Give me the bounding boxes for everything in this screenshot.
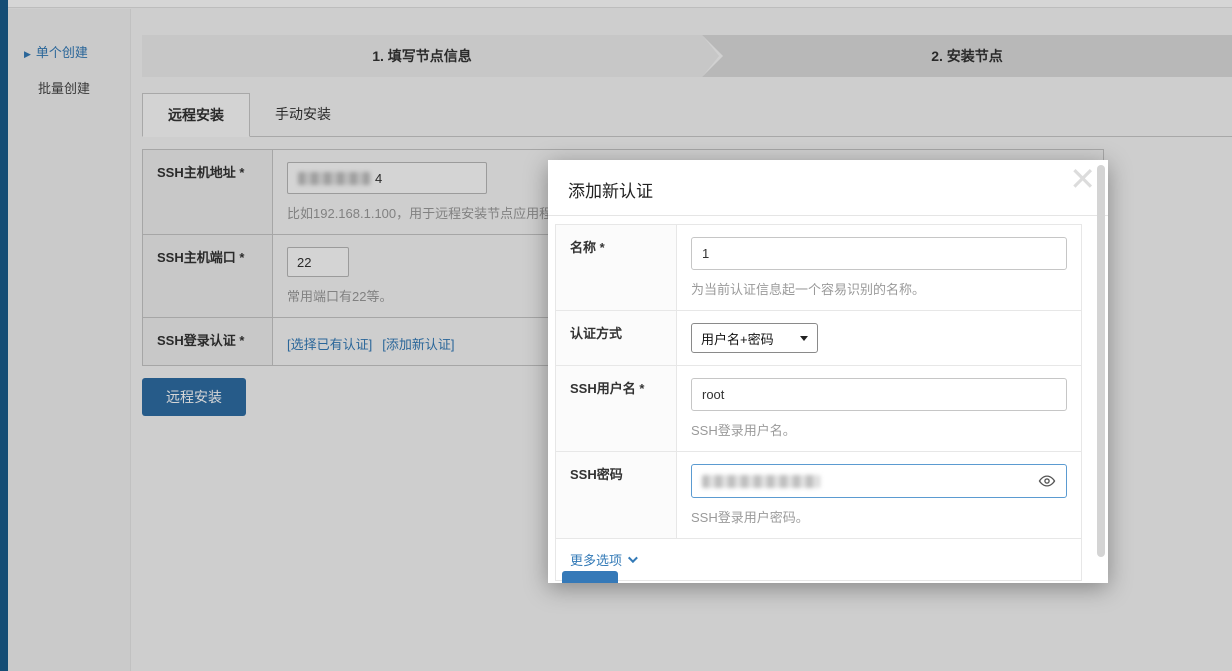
auth-name-hint: 为当前认证信息起一个容易识别的名称。 bbox=[691, 282, 926, 297]
add-auth-modal: 添加新认证 ✕ 名称 * 为当前认证信息起一个容易识别的名称。 认证方式 用户名… bbox=[548, 160, 1108, 583]
close-icon[interactable]: ✕ bbox=[1069, 160, 1096, 198]
auth-method-cell: 用户名+密码 bbox=[676, 310, 1082, 366]
auth-method-select[interactable]: 用户名+密码 bbox=[691, 323, 818, 353]
modal-scrollbar[interactable] bbox=[1097, 165, 1105, 557]
table-row: 名称 * 为当前认证信息起一个容易识别的名称。 bbox=[555, 224, 1082, 311]
redacted-password-value bbox=[702, 474, 820, 488]
page: ▶ 单个创建 批量创建 1. 填写节点信息 2. 安装节点 远程安装 手动安装 S… bbox=[0, 0, 1232, 671]
show-password-eye-icon[interactable] bbox=[1038, 472, 1056, 490]
ssh-password-hint: SSH登录用户密码。 bbox=[691, 510, 809, 525]
more-options-link[interactable]: 更多选项 bbox=[570, 550, 638, 569]
ssh-password-cell: SSH登录用户密码。 bbox=[676, 451, 1082, 539]
modal-save-button-partial[interactable] bbox=[562, 571, 618, 583]
ssh-username-hint: SSH登录用户名。 bbox=[691, 423, 796, 438]
ssh-password-input[interactable] bbox=[691, 464, 1067, 498]
table-row: SSH密码 SSH登录用户密码。 bbox=[555, 451, 1082, 539]
more-options-label: 更多选项 bbox=[570, 553, 623, 568]
chevron-down-icon bbox=[627, 553, 638, 564]
more-options-cell: 更多选项 bbox=[555, 538, 1082, 581]
ssh-password-label: SSH密码 bbox=[555, 451, 677, 539]
auth-name-cell: 为当前认证信息起一个容易识别的名称。 bbox=[676, 224, 1082, 311]
table-row: 认证方式 用户名+密码 bbox=[555, 310, 1082, 366]
auth-name-label: 名称 * bbox=[555, 224, 677, 311]
auth-method-selected-value: 用户名+密码 bbox=[701, 331, 774, 347]
select-caret-icon bbox=[800, 335, 808, 341]
ssh-username-input[interactable] bbox=[691, 378, 1067, 411]
ssh-username-cell: SSH登录用户名。 bbox=[676, 365, 1082, 452]
modal-header: 添加新认证 ✕ bbox=[548, 160, 1108, 216]
table-row: SSH用户名 * SSH登录用户名。 bbox=[555, 365, 1082, 452]
modal-title: 添加新认证 bbox=[568, 182, 653, 201]
table-row: 更多选项 bbox=[555, 538, 1082, 581]
auth-method-label: 认证方式 bbox=[555, 310, 677, 366]
ssh-username-label: SSH用户名 * bbox=[555, 365, 677, 452]
add-auth-form: 名称 * 为当前认证信息起一个容易识别的名称。 认证方式 用户名+密码 SSH用… bbox=[555, 224, 1082, 581]
auth-name-input[interactable] bbox=[691, 237, 1067, 270]
